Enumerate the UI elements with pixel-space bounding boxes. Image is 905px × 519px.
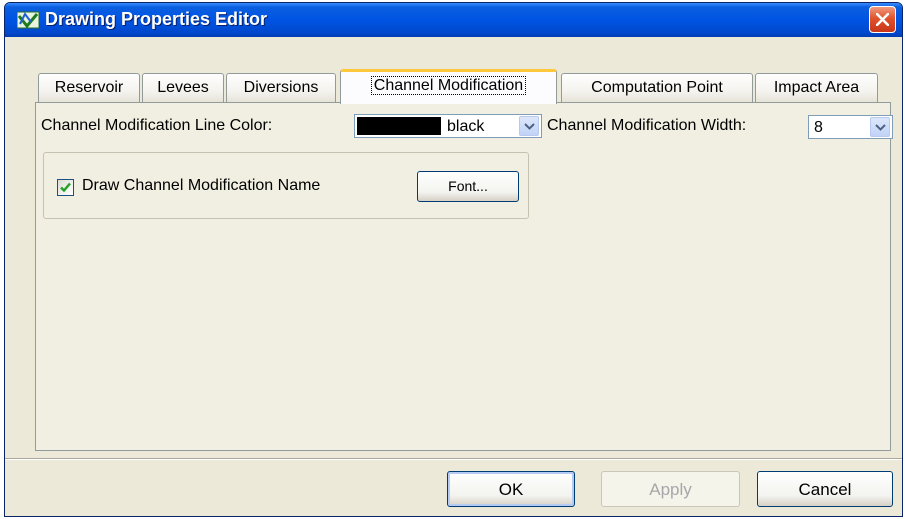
checkmark-icon xyxy=(60,182,71,193)
width-select[interactable]: 8 xyxy=(808,115,893,139)
width-dropdown-button[interactable] xyxy=(870,117,890,137)
cancel-button[interactable]: Cancel xyxy=(757,471,893,507)
draw-name-checkbox[interactable] xyxy=(57,179,74,196)
width-value: 8 xyxy=(814,119,823,136)
chevron-down-icon xyxy=(524,123,535,130)
line-color-label: Channel Modification Line Color: xyxy=(41,117,273,134)
draw-name-label[interactable]: Draw Channel Modification Name xyxy=(82,177,320,195)
tab-levees[interactable]: Levees xyxy=(142,73,224,103)
tab-panel-channel-modification: Channel Modification Line Color: black C… xyxy=(35,102,893,451)
button-bar-divider xyxy=(5,458,902,460)
tab-reservoir[interactable]: Reservoir xyxy=(38,73,140,103)
dialog-window: Drawing Properties Editor Reservoir Leve… xyxy=(4,2,903,517)
tab-impact-area[interactable]: Impact Area xyxy=(755,73,878,103)
title-bar[interactable]: Drawing Properties Editor xyxy=(5,3,902,37)
name-options-group: Draw Channel Modification Name Font... xyxy=(43,152,529,219)
font-button[interactable]: Font... xyxy=(417,171,519,202)
window-title: Drawing Properties Editor xyxy=(45,9,268,29)
app-map-icon xyxy=(16,10,40,30)
chevron-down-icon xyxy=(875,124,886,131)
tab-label: Impact Area xyxy=(773,79,860,96)
tab-label: Diversions xyxy=(243,79,319,96)
width-label: Channel Modification Width: xyxy=(547,117,747,134)
tab-diversions[interactable]: Diversions xyxy=(226,73,336,103)
line-color-value: black xyxy=(447,118,485,135)
ok-button[interactable]: OK xyxy=(447,471,575,507)
close-button[interactable] xyxy=(869,6,896,33)
tab-computation-point[interactable]: Computation Point xyxy=(561,73,753,103)
tab-channel-modification[interactable]: Channel Modification xyxy=(340,69,557,104)
tab-label: Levees xyxy=(157,79,209,96)
close-icon xyxy=(876,13,889,26)
tab-label: Reservoir xyxy=(54,79,124,96)
tab-label: Channel Modification xyxy=(370,76,527,95)
line-color-select[interactable]: black xyxy=(354,114,542,138)
apply-button[interactable]: Apply xyxy=(601,471,740,507)
color-swatch xyxy=(357,117,441,135)
line-color-dropdown-button[interactable] xyxy=(519,116,539,136)
tab-label: Computation Point xyxy=(591,79,723,96)
